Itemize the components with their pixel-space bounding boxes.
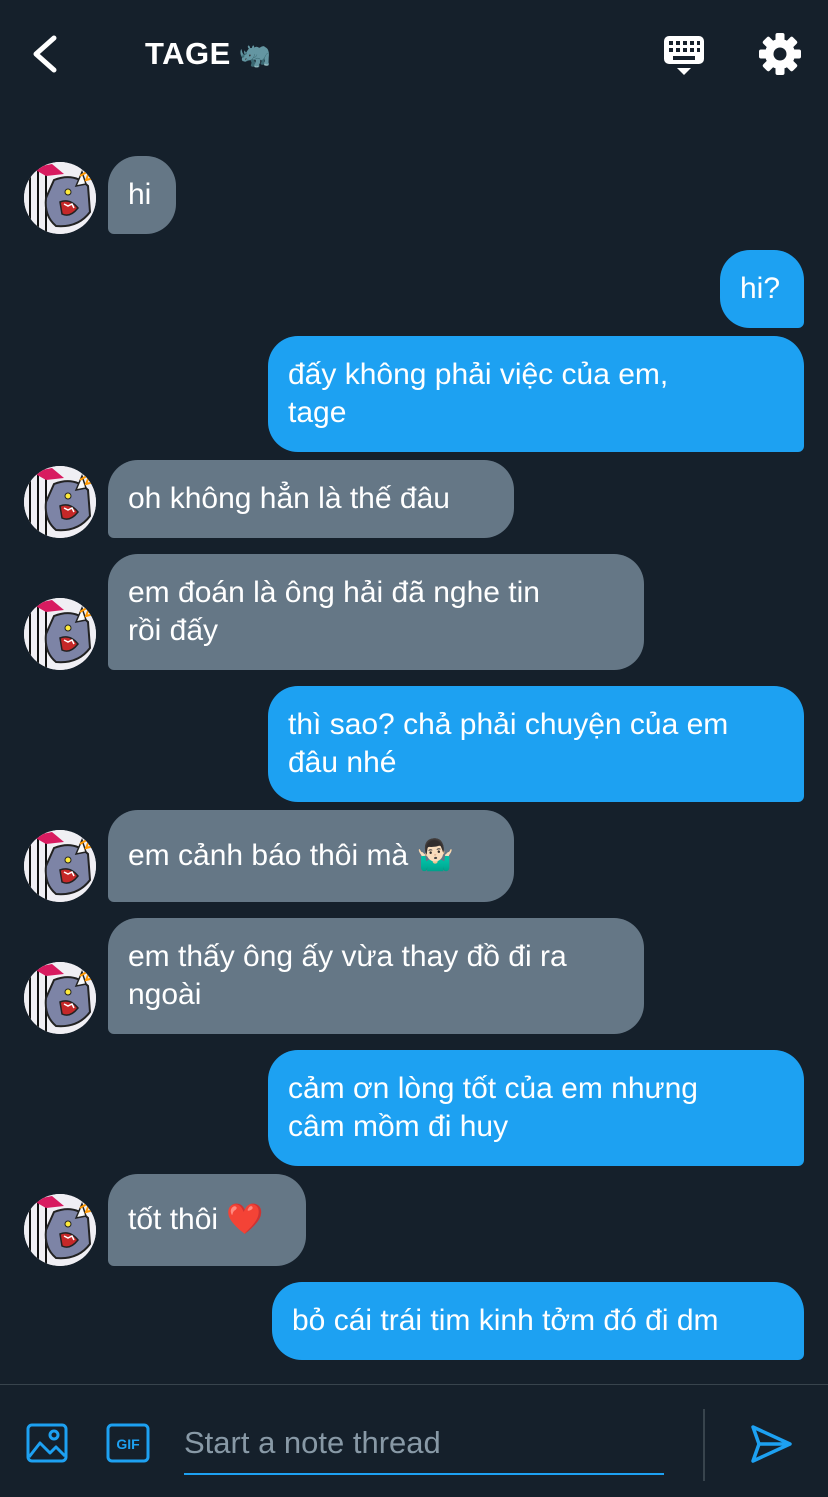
avatar[interactable] xyxy=(24,162,96,234)
avatar[interactable] xyxy=(24,830,96,902)
message-bubble[interactable]: hi? xyxy=(720,250,804,328)
avatar[interactable] xyxy=(24,598,96,670)
message-thread[interactable]: hi hi? đấy không phải việc của em, tage … xyxy=(0,0,828,1380)
message-bubble[interactable]: cảm ơn lòng tốt của em nhưng câm mồm đi … xyxy=(268,1050,804,1166)
message-bubble[interactable]: đấy không phải việc của em, tage xyxy=(268,336,804,452)
compose-divider xyxy=(703,1409,705,1481)
gif-button[interactable]: GIF xyxy=(106,1423,150,1465)
message-bubble[interactable]: em cảnh báo thôi mà 🤷🏻‍♂️ xyxy=(108,810,514,902)
message-bubble[interactable]: em đoán là ông hải đã nghe tin rồi đấy xyxy=(108,554,644,670)
message-bubble[interactable]: tốt thôi ❤️ xyxy=(108,1174,306,1266)
message-bubble[interactable]: bỏ cái trái tim kinh tởm đó đi dm xyxy=(272,1282,804,1360)
message-bubble[interactable]: thì sao? chả phải chuyện của em đâu nhé xyxy=(268,686,804,802)
send-button[interactable] xyxy=(748,1421,794,1467)
gif-icon: GIF xyxy=(106,1423,150,1463)
avatar[interactable] xyxy=(24,466,96,538)
gif-label: GIF xyxy=(116,1436,140,1452)
image-icon xyxy=(26,1423,68,1463)
message-bubble[interactable]: hi xyxy=(108,156,176,234)
message-bubble[interactable]: oh không hẳn là thế đâu xyxy=(108,460,514,538)
note-thread-input[interactable] xyxy=(184,1413,664,1475)
avatar[interactable] xyxy=(24,962,96,1034)
media-button[interactable] xyxy=(26,1423,70,1465)
compose-bar: GIF xyxy=(0,1384,828,1497)
avatar[interactable] xyxy=(24,1194,96,1266)
message-bubble[interactable]: em thấy ông ấy vừa thay đồ đi ra ngoài xyxy=(108,918,644,1034)
send-icon xyxy=(751,1425,792,1463)
